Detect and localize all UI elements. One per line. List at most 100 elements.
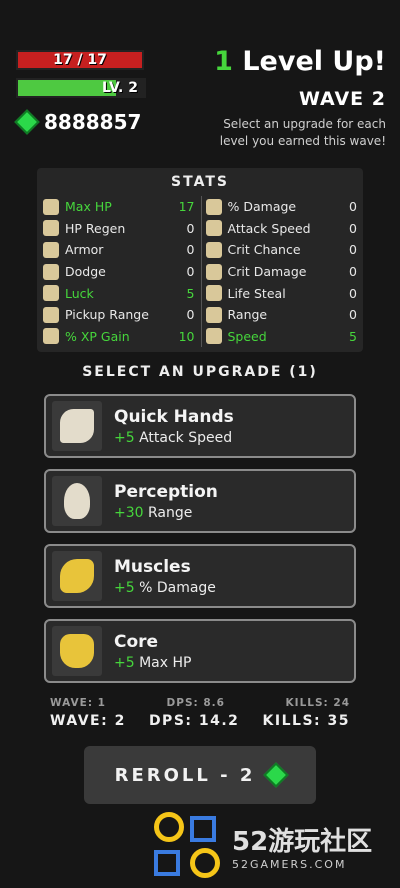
stat-label: % XP Gain: [65, 328, 130, 344]
stat-icon: [205, 241, 222, 258]
stat-label: Crit Damage: [227, 264, 307, 280]
stat-row: Pickup Range 0: [43, 304, 195, 326]
stat-row: Luck 5: [43, 282, 195, 304]
hp-bar: 17 / 17: [16, 50, 144, 70]
stat-label: HP Regen: [65, 220, 126, 236]
reroll-label: REROLL - 2: [114, 764, 256, 786]
stat-value: 0: [349, 220, 357, 236]
watermark: 52游玩社区 52GAMERS.COM: [150, 808, 372, 884]
curr-kills: KILLS: 35: [262, 713, 350, 729]
gem-icon: [14, 109, 40, 135]
stat-label: Pickup Range: [65, 307, 149, 323]
stats-column-left: Max HP 17 HP Regen 0 Armor 0 Dodge 0 Luck 5 Pickup…: [43, 196, 201, 347]
level-text: LV. 2: [102, 80, 138, 96]
stat-icon: [43, 220, 59, 237]
wave-subtitle: Select an upgrade for each level you ear…: [219, 117, 386, 148]
upgrade-bonus: +5: [114, 429, 135, 446]
stat-icon: [43, 285, 59, 302]
stat-icon: [205, 285, 222, 302]
stat-value: 0: [349, 199, 357, 215]
prev-kills: KILLS: 24: [285, 697, 350, 709]
upgrade-card-perception[interactable]: Perception +30 Range: [44, 469, 356, 533]
wave-summary: WAVE: 1 DPS: 8.6 KILLS: 24 WAVE: 2 DPS: …: [0, 697, 400, 729]
levelup-count: 1: [214, 46, 233, 77]
stat-label: Speed: [227, 328, 267, 344]
upgrade-name: Core: [114, 631, 159, 652]
stat-label: % Damage: [227, 199, 297, 215]
reroll-button[interactable]: REROLL - 2: [84, 746, 316, 804]
gem-icon: [263, 762, 290, 788]
stats-panel: STATS Max HP 17 HP Regen 0 Armor 0 Dodge 0 Luck 5…: [37, 168, 363, 352]
stat-value: 0: [349, 264, 357, 280]
watermark-logo-icon: [150, 808, 226, 884]
upgrade-name: Perception: [114, 481, 218, 502]
stat-label: Luck: [65, 285, 94, 301]
stat-icon: [205, 328, 222, 345]
prev-wave: WAVE: 1: [50, 697, 106, 709]
upgrade-name: Muscles: [114, 556, 191, 577]
stat-icon: [205, 306, 222, 323]
wave-title: WAVE 2: [298, 88, 386, 110]
watermark-url: 52GAMERS.COM: [232, 858, 347, 871]
upgrade-stat: % Damage: [139, 579, 216, 596]
upgrade-card-quick-hands[interactable]: Quick Hands +5 Attack Speed: [44, 394, 356, 458]
stat-value: 0: [186, 220, 195, 236]
stats-column-right: % Damage 0 Attack Speed 0 Crit Chance 0 Crit D…: [200, 196, 357, 348]
select-upgrade-header: SELECT AN UPGRADE (1): [82, 364, 318, 380]
stat-row: Crit Damage 0: [205, 261, 357, 283]
bicep-icon: [52, 551, 102, 601]
stat-value: 0: [186, 242, 195, 258]
stat-label: Attack Speed: [227, 220, 311, 236]
curr-dps: DPS: 14.2: [148, 713, 240, 729]
stat-icon: [43, 198, 59, 215]
stat-value: 0: [349, 285, 357, 301]
stat-icon: [205, 198, 222, 215]
hand-icon: [52, 401, 102, 451]
stat-row: Dodge 0: [43, 261, 195, 283]
upgrade-card-muscles[interactable]: Muscles +5 % Damage: [44, 544, 356, 608]
stats-title: STATS: [171, 174, 229, 190]
stat-row: Max HP 17: [43, 196, 195, 218]
watermark-title: 52游玩社区: [232, 827, 373, 857]
stat-icon: [205, 263, 222, 280]
stat-icon: [43, 263, 59, 280]
head-icon: [52, 476, 102, 526]
stat-value: 0: [349, 307, 357, 323]
gem-counter: 8888857: [14, 109, 142, 135]
levelup-label: Level Up!: [242, 46, 386, 77]
stat-row: Speed 5: [205, 326, 357, 348]
stat-value: 0: [186, 264, 195, 280]
stat-icon: [43, 306, 59, 323]
stat-row: Armor 0: [43, 239, 195, 261]
level-bar: LV. 2: [16, 78, 146, 98]
stat-label: Life Steal: [227, 285, 286, 301]
upgrade-stat: Max HP: [139, 654, 192, 671]
stat-row: % XP Gain 10: [43, 326, 195, 348]
stat-value: 5: [349, 328, 357, 344]
upgrade-name: Quick Hands: [114, 406, 234, 427]
stat-label: Range: [227, 307, 268, 323]
upgrade-stat: Range: [148, 504, 193, 521]
stat-value: 10: [178, 328, 195, 344]
levelup-title: 1 Level Up!: [214, 46, 386, 77]
stat-value: 5: [186, 285, 195, 301]
upgrade-bonus: +5: [114, 654, 135, 671]
stat-label: Max HP: [65, 199, 112, 215]
stat-label: Crit Chance: [227, 242, 301, 258]
stat-row: HP Regen 0: [43, 218, 195, 240]
stat-row: % Damage 0: [205, 196, 357, 218]
prev-dps: DPS: 8.6: [166, 697, 225, 709]
upgrade-bonus: +30: [114, 504, 144, 521]
gem-count: 8888857: [44, 110, 142, 134]
stat-row: Crit Chance 0: [205, 239, 357, 261]
stat-icon: [43, 328, 59, 345]
upgrade-bonus: +5: [114, 579, 135, 596]
curr-wave: WAVE: 2: [50, 713, 126, 729]
upgrade-card-core[interactable]: Core +5 Max HP: [44, 619, 356, 683]
stat-label: Dodge: [65, 264, 106, 280]
stat-row: Life Steal 0: [205, 282, 357, 304]
stat-value: 0: [349, 242, 357, 258]
stat-row: Range 0: [205, 304, 357, 326]
stat-row: Attack Speed 0: [205, 218, 357, 240]
stat-value: 0: [186, 307, 195, 323]
